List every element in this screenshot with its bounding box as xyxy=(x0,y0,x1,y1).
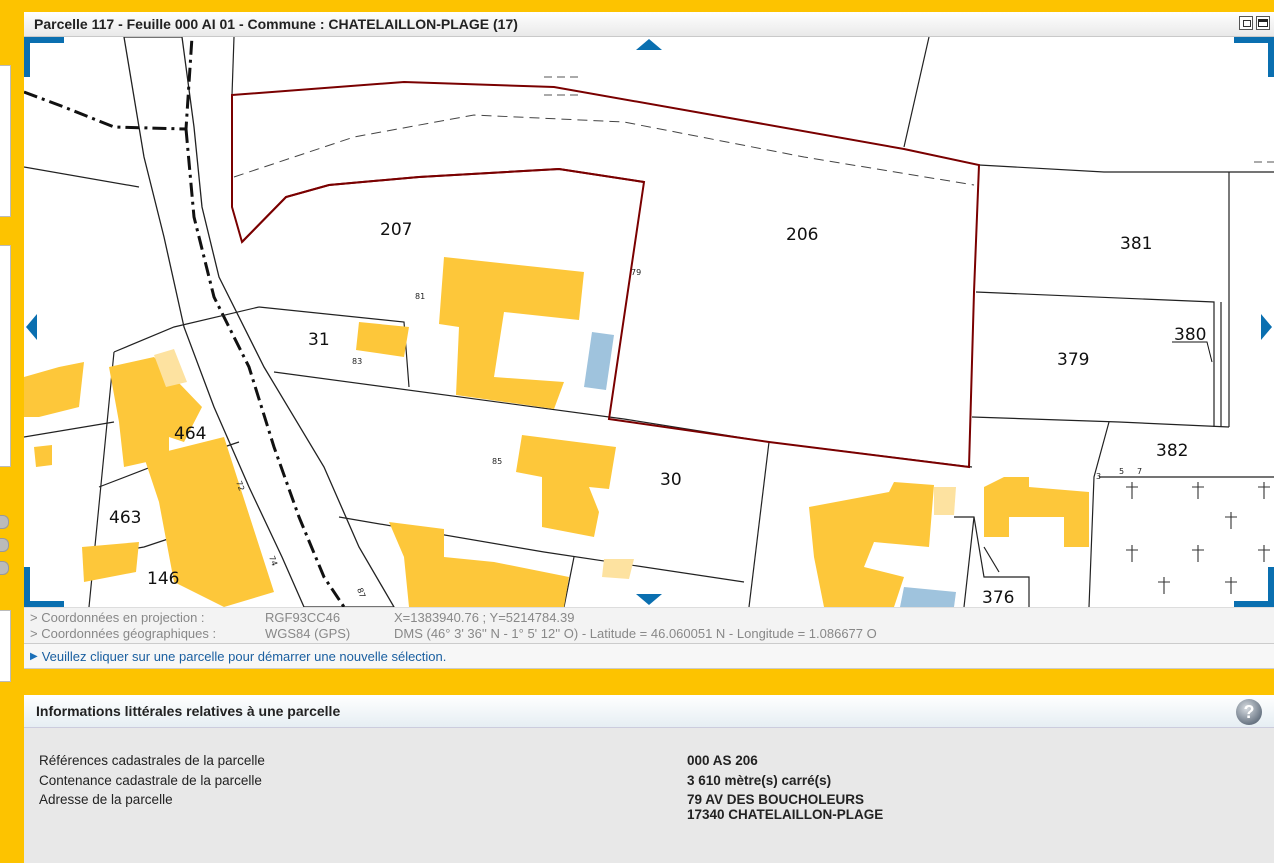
info-label: Adresse de la parcelle xyxy=(39,792,173,807)
left-radio-icon[interactable] xyxy=(0,561,9,575)
pan-left-arrow-icon[interactable] xyxy=(26,314,37,340)
geo-system: WGS84 (GPS) xyxy=(265,626,351,641)
corner-marker xyxy=(1234,567,1274,607)
map-window: Parcelle 117 - Feuille 000 AI 01 - Commu… xyxy=(24,12,1274,669)
dashed-line xyxy=(233,114,975,186)
info-value: 3 610 mètre(s) carré(s) xyxy=(687,773,832,788)
parcel-info-panel: Informations littérales relatives à une … xyxy=(24,695,1274,863)
parcel-label: 379 xyxy=(1057,350,1089,370)
parcel-label: 463 xyxy=(109,508,141,528)
address-number: 3 xyxy=(1096,472,1101,481)
parcel-label: 31 xyxy=(308,330,330,350)
map-title: Parcelle 117 - Feuille 000 AI 01 - Commu… xyxy=(34,16,518,32)
info-value: 79 AV DES BOUCHOLEURS xyxy=(687,792,865,807)
parcel-label: 30 xyxy=(660,470,682,490)
left-radio-icon[interactable] xyxy=(0,515,9,529)
restore-window-icon[interactable] xyxy=(1239,16,1253,30)
coordinates-panel: > Coordonnées en projection : RGF93CC46 … xyxy=(24,607,1274,644)
help-icon[interactable]: ? xyxy=(1236,699,1262,725)
corner-marker xyxy=(24,37,64,77)
projection-system: RGF93CC46 xyxy=(265,610,341,625)
parcel-label: 146 xyxy=(147,569,179,589)
address-number: 7 xyxy=(1137,467,1142,476)
left-panel-box xyxy=(0,610,11,682)
geo-value: DMS (46° 3' 36'' N - 1° 5' 12'' O) - Lat… xyxy=(394,626,877,641)
address-number: 5 xyxy=(1119,467,1124,476)
projection-value: X=1383940.76 ; Y=5214784.39 xyxy=(394,610,575,625)
parcel-label: 207 xyxy=(380,220,412,240)
geo-label: > Coordonnées géographiques : xyxy=(30,626,217,641)
play-arrow-icon: ▶ xyxy=(30,650,38,662)
status-message-bar: ▶ Veuillez cliquer sur une parcelle pour… xyxy=(24,643,1274,669)
pan-up-arrow-icon[interactable] xyxy=(636,39,662,50)
pan-right-arrow-icon[interactable] xyxy=(1261,314,1272,340)
info-label: Contenance cadastrale de la parcelle xyxy=(39,773,262,788)
address-number: 79 xyxy=(631,268,641,277)
parcel-label: 464 xyxy=(174,424,206,444)
info-panel-header: Informations littérales relatives à une … xyxy=(24,695,1274,728)
address-number: 74 xyxy=(267,555,279,568)
projection-label: > Coordonnées en projection : xyxy=(30,610,205,625)
pan-down-arrow-icon[interactable] xyxy=(636,594,662,605)
parcel-label: 206 xyxy=(786,225,818,245)
map-titlebar: Parcelle 117 - Feuille 000 AI 01 - Commu… xyxy=(24,12,1274,37)
map-svg: 207 206 381 380 379 31 464 30 382 463 14… xyxy=(24,37,1274,607)
maximize-window-icon[interactable] xyxy=(1256,16,1270,30)
info-label: Références cadastrales de la parcelle xyxy=(39,753,265,768)
parcel-label: 381 xyxy=(1120,234,1152,254)
left-panel-edge xyxy=(0,60,12,700)
left-radio-icon[interactable] xyxy=(0,538,9,552)
info-value: 000 AS 206 xyxy=(687,753,758,768)
parcel-label: 382 xyxy=(1156,441,1188,461)
cadastral-map[interactable]: 207 206 381 380 379 31 464 30 382 463 14… xyxy=(24,37,1274,607)
info-panel-title: Informations littérales relatives à une … xyxy=(36,703,341,719)
parcel-label: 376 xyxy=(982,588,1014,607)
left-panel-box xyxy=(0,245,11,467)
corner-marker xyxy=(1234,37,1274,77)
address-number: 81 xyxy=(415,292,425,301)
address-number: 85 xyxy=(492,457,502,466)
corner-marker xyxy=(24,567,64,607)
info-value-line2: 17340 CHATELAILLON-PLAGE xyxy=(687,807,884,822)
address-number: 83 xyxy=(352,357,362,366)
left-panel-box xyxy=(0,65,11,217)
status-message: Veuillez cliquer sur une parcelle pour d… xyxy=(41,648,447,664)
water-features xyxy=(584,332,956,607)
selected-parcel-outline xyxy=(231,80,981,469)
